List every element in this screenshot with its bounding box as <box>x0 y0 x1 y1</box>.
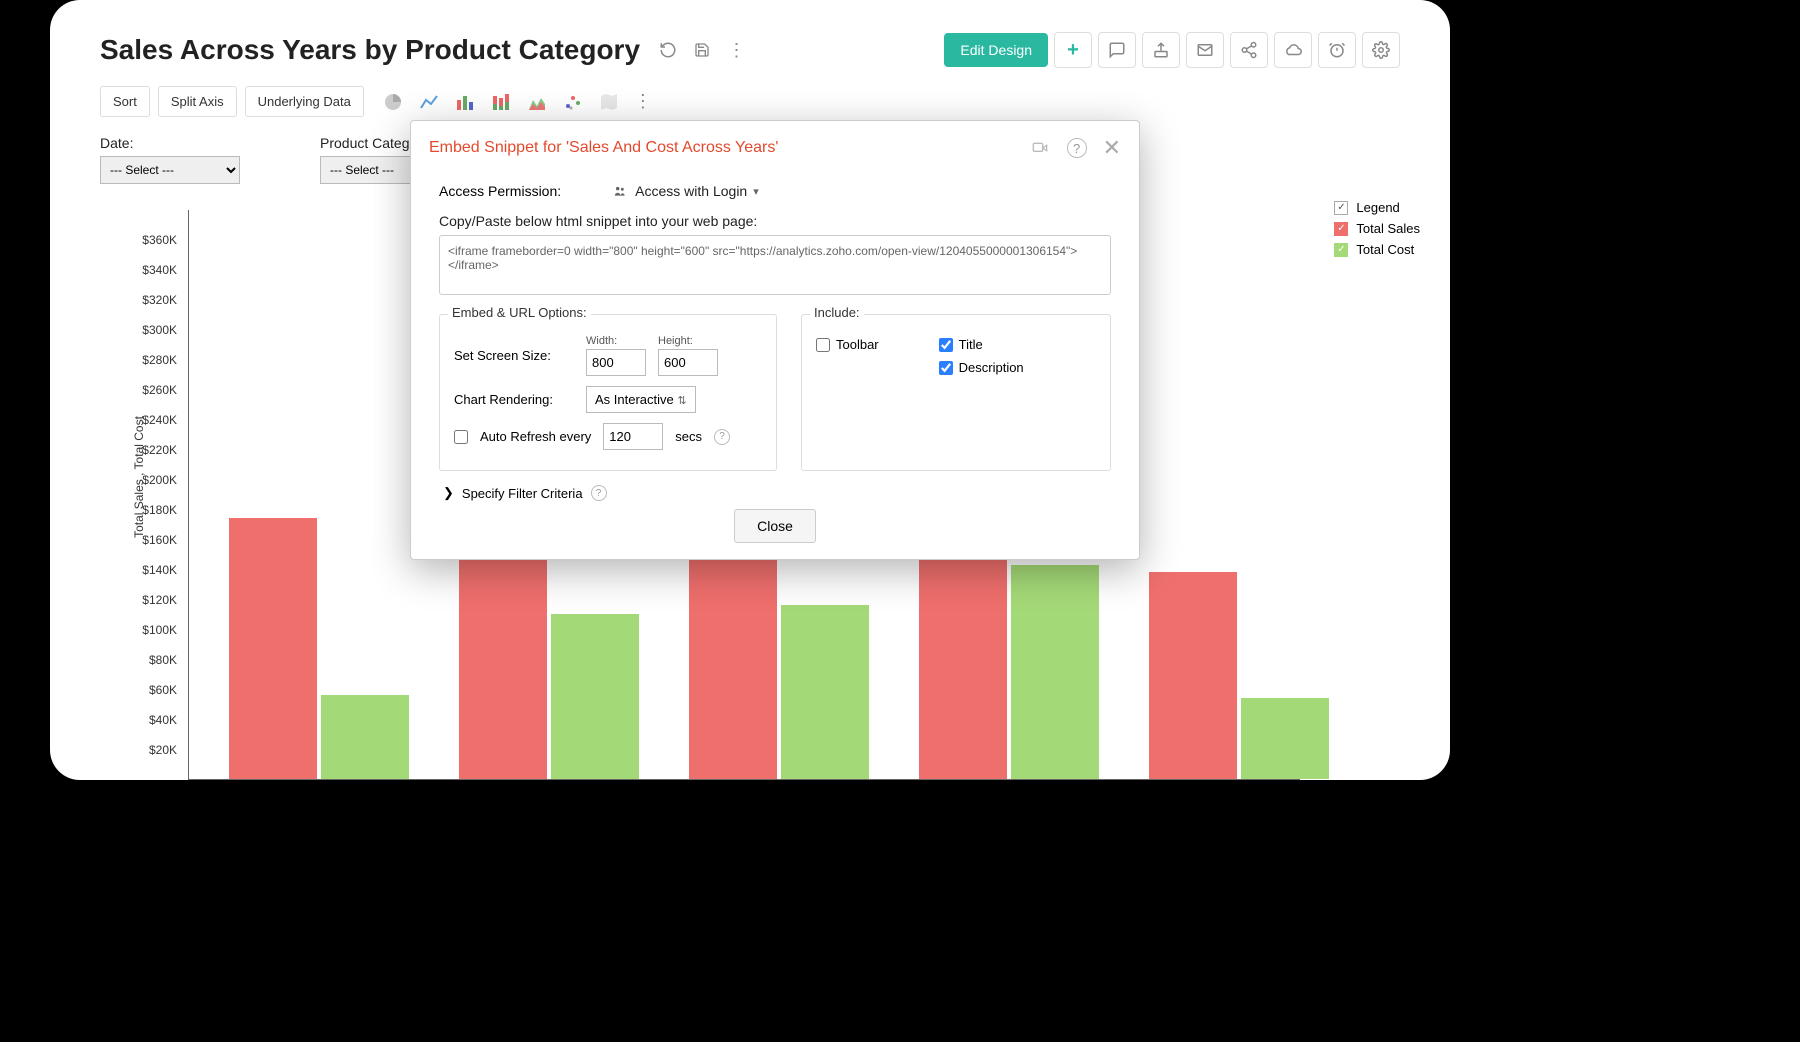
copy-label: Copy/Paste below html snippet into your … <box>439 213 1111 229</box>
line-chart-icon[interactable] <box>418 91 440 113</box>
split-axis-button[interactable]: Split Axis <box>158 86 237 117</box>
legend: ✓ Legend ✓ Total Sales ✓ Total Cost <box>1334 200 1420 263</box>
bar-sales[interactable] <box>229 518 317 779</box>
sort-button[interactable]: Sort <box>100 86 150 117</box>
secs-label: secs <box>675 429 702 444</box>
y-axis-ticks: $360K$340K$320K$300K$280K$260K$240K$220K… <box>128 210 183 780</box>
legend-toggle-icon[interactable]: ✓ <box>1334 201 1348 215</box>
app-frame: Sales Across Years by Product Category ⋮… <box>50 0 1450 780</box>
refresh-icon[interactable] <box>658 40 678 60</box>
height-label: Height: <box>658 335 718 347</box>
bar-cost[interactable] <box>1241 698 1329 779</box>
map-chart-icon[interactable] <box>598 91 620 113</box>
legend-sales-check[interactable]: ✓ <box>1334 222 1348 236</box>
underlying-data-button[interactable]: Underlying Data <box>245 86 364 117</box>
bar-chart-icon[interactable] <box>454 91 476 113</box>
more-chart-types-icon[interactable]: ⋮ <box>634 91 652 112</box>
snippet-textarea[interactable]: <iframe frameborder=0 width="800" height… <box>439 235 1111 295</box>
embed-dialog: Embed Snippet for 'Sales And Cost Across… <box>410 120 1140 560</box>
close-button[interactable]: Close <box>734 509 816 543</box>
toolbar: Sort Split Axis Underlying Data ⋮ <box>50 78 1450 125</box>
bar-cost[interactable] <box>781 605 869 779</box>
legend-cost-check[interactable]: ✓ <box>1334 243 1348 257</box>
desc-chk-label: Description <box>959 360 1024 375</box>
help-icon[interactable]: ? <box>591 485 607 501</box>
include-section: Include: Toolbar Title Description <box>801 314 1111 471</box>
users-icon <box>611 184 629 198</box>
scatter-chart-icon[interactable] <box>562 91 584 113</box>
include-title: Include: <box>810 305 864 320</box>
video-icon[interactable] <box>1029 140 1051 156</box>
auto-refresh-checkbox[interactable] <box>454 430 468 444</box>
height-input[interactable] <box>658 349 718 376</box>
save-icon[interactable] <box>692 40 712 60</box>
help-icon[interactable]: ? <box>1067 138 1087 158</box>
dialog-title: Embed Snippet for 'Sales And Cost Across… <box>429 139 778 157</box>
bar-cost[interactable] <box>551 614 639 779</box>
auto-refresh-label: Auto Refresh every <box>480 429 591 444</box>
gear-icon[interactable] <box>1362 32 1400 68</box>
help-icon[interactable]: ? <box>714 429 730 445</box>
legend-title: Legend <box>1356 200 1399 215</box>
header: Sales Across Years by Product Category ⋮… <box>50 0 1450 78</box>
perm-label: Access Permission: <box>439 183 561 199</box>
date-filter-label: Date: <box>100 135 240 151</box>
bar-cost[interactable] <box>1011 565 1099 780</box>
perm-value-dropdown[interactable]: Access with Login ▾ <box>611 183 759 199</box>
description-checkbox[interactable] <box>939 361 953 375</box>
area-chart-icon[interactable] <box>526 91 548 113</box>
toolbar-chk-label: Toolbar <box>836 337 879 352</box>
comment-icon[interactable] <box>1098 32 1136 68</box>
title-chk-label: Title <box>959 337 983 352</box>
bar-sales[interactable] <box>1149 572 1237 779</box>
embed-options-title: Embed & URL Options: <box>448 305 591 320</box>
add-button[interactable]: + <box>1054 32 1092 68</box>
width-input[interactable] <box>586 349 646 376</box>
filter-criteria-toggle[interactable]: ❯ Specify Filter Criteria ? <box>443 485 1111 501</box>
page-title: Sales Across Years by Product Category <box>100 34 640 66</box>
embed-options-section: Embed & URL Options: Set Screen Size: Wi… <box>439 314 777 471</box>
export-icon[interactable] <box>1142 32 1180 68</box>
title-checkbox[interactable] <box>939 338 953 352</box>
pie-chart-icon[interactable] <box>382 91 404 113</box>
render-select[interactable]: As Interactive ⇅ <box>586 386 696 413</box>
bar-cost[interactable] <box>321 695 409 779</box>
auto-refresh-input[interactable] <box>603 423 663 450</box>
email-icon[interactable] <box>1186 32 1224 68</box>
more-icon[interactable]: ⋮ <box>726 40 746 60</box>
toolbar-checkbox[interactable] <box>816 338 830 352</box>
alarm-icon[interactable] <box>1318 32 1356 68</box>
date-filter-select[interactable]: --- Select --- <box>100 156 240 184</box>
share-icon[interactable] <box>1230 32 1268 68</box>
edit-design-button[interactable]: Edit Design <box>944 33 1048 67</box>
screen-size-label: Set Screen Size: <box>454 348 574 363</box>
cloud-icon[interactable] <box>1274 32 1312 68</box>
stacked-bar-chart-icon[interactable] <box>490 91 512 113</box>
render-label: Chart Rendering: <box>454 392 574 407</box>
chevron-right-icon: ❯ <box>443 485 454 501</box>
close-icon[interactable]: ✕ <box>1103 135 1121 161</box>
chevron-down-icon: ▾ <box>753 185 759 198</box>
width-label: Width: <box>586 335 646 347</box>
legend-sales-label: Total Sales <box>1356 221 1420 236</box>
legend-cost-label: Total Cost <box>1356 242 1414 257</box>
